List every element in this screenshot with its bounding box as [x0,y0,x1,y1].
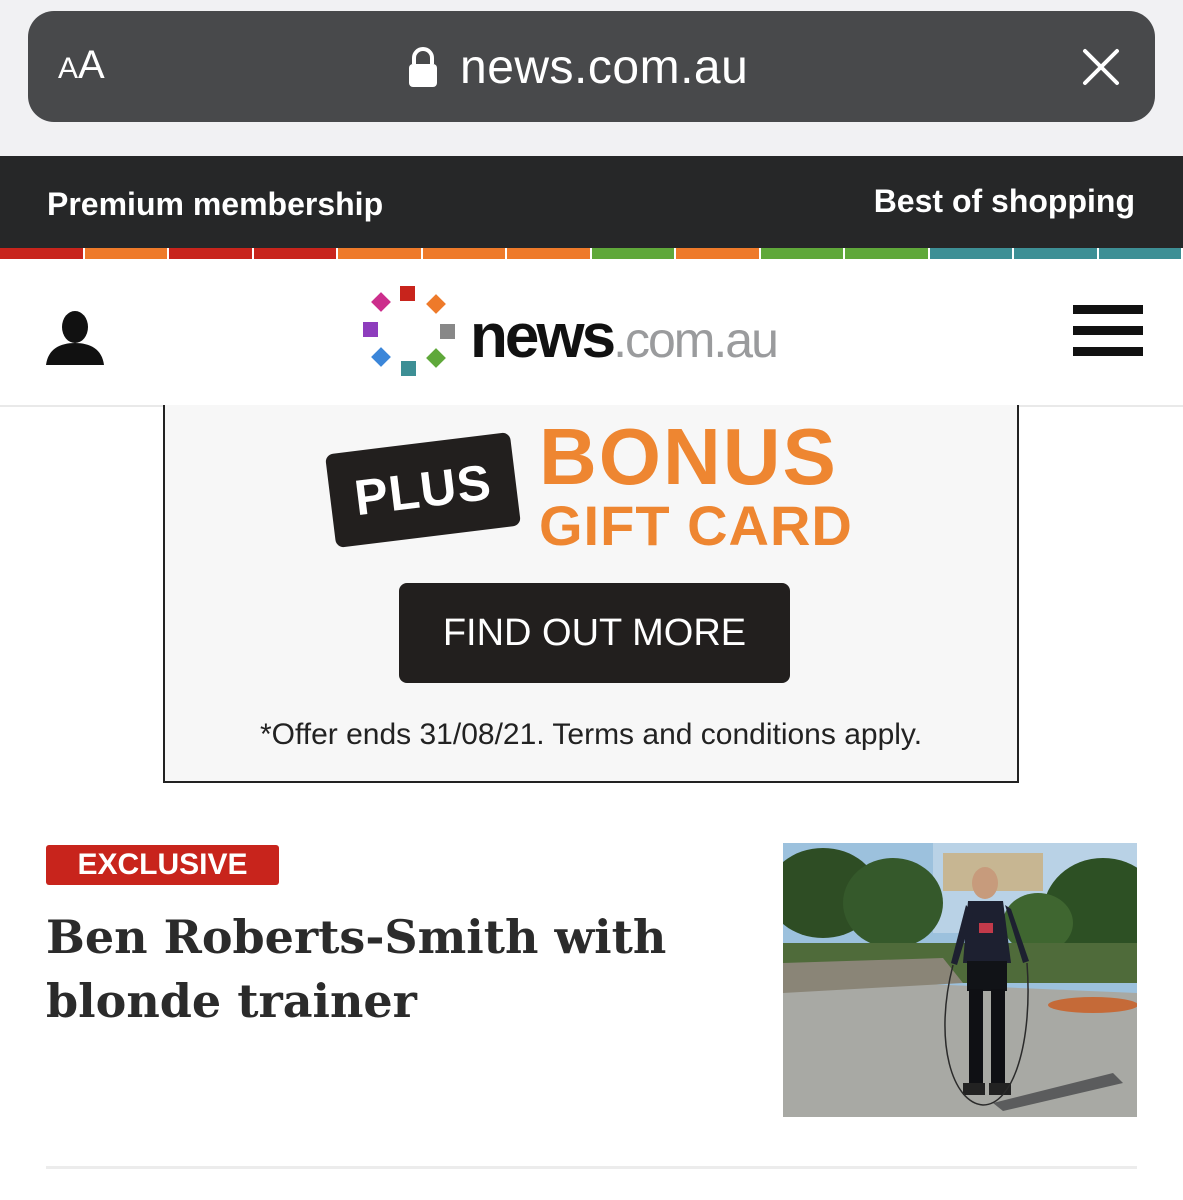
logo-domain-text: .com.au [613,312,779,368]
stripe-segment [84,248,169,259]
plus-badge: PLUS [324,432,522,548]
plus-label: PLUS [351,453,495,527]
stripe-segment [0,248,85,259]
url-text: news.com.au [460,40,749,94]
site-header: news.com.au [0,259,1183,407]
gift-card-label: GIFT CARD [539,494,853,557]
text-size-large-glyph: A [78,43,105,87]
stripe-segment [845,248,930,259]
menu-icon-bar [1073,305,1143,314]
close-button[interactable] [1081,47,1121,87]
logo-news-text: news [470,302,616,371]
best-of-shopping-link[interactable]: Best of shopping [874,183,1135,220]
ad-terms-text: *Offer ends 31/08/21. Terms and conditio… [259,718,923,751]
logo-dots-icon [360,283,460,383]
stripe-segment [591,248,676,259]
menu-icon-bar [1073,326,1143,335]
lock-icon [409,47,437,87]
section-divider [46,1166,1137,1169]
stripe-segment [338,248,423,259]
text-size-small-glyph: A [58,52,79,85]
site-logo[interactable]: news.com.au [360,283,830,383]
top-navigation-bar: Premium membership Best of shopping [0,156,1183,248]
stripe-segment [760,248,845,259]
user-icon [46,311,104,365]
article-headline[interactable]: Ben Roberts-Smith with blonde trainer [46,905,746,1033]
stripe-segment [676,248,761,259]
premium-membership-link[interactable]: Premium membership [47,186,383,223]
advertisement-banner[interactable]: PLUS BONUS GIFT CARD FIND OUT MORE *Offe… [163,405,1019,783]
logo-wordmark: news.com.au [470,301,779,372]
exclusive-badge: EXCLUSIVE [46,845,279,885]
account-button[interactable] [44,309,106,367]
exclusive-badge-label: EXCLUSIVE [77,848,248,881]
stripe-segment [422,248,507,259]
find-out-more-label: FIND OUT MORE [442,611,747,654]
stripe-segment [507,248,592,259]
text-size-button[interactable]: A A [58,35,128,95]
bonus-label: BONUS [539,412,838,501]
article-photo-image [783,843,1137,1117]
stripe-segment [169,248,254,259]
url-display[interactable]: news.com.au [408,39,748,95]
article-thumbnail[interactable] [783,843,1137,1117]
browser-chrome: A A news.com.au [0,0,1183,156]
find-out-more-button[interactable]: FIND OUT MORE [399,583,790,683]
menu-icon-bar [1073,347,1143,356]
hamburger-menu-button[interactable] [1073,305,1143,359]
stripe-segment [1098,248,1183,259]
category-color-stripe [0,248,1183,259]
close-icon [1083,49,1119,85]
stripe-segment [253,248,338,259]
stripe-segment [929,248,1014,259]
address-bar[interactable]: A A news.com.au [28,11,1155,122]
stripe-segment [1014,248,1099,259]
